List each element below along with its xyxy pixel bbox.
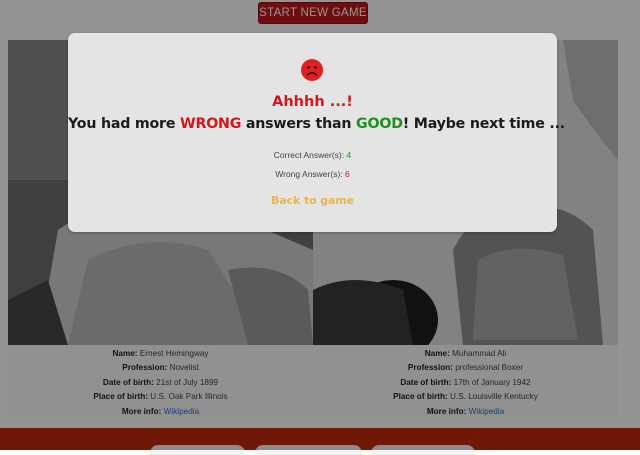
result-exclamation: Ahhhh ...! bbox=[272, 94, 353, 110]
correct-answers-label: Correct Answer(s): bbox=[273, 150, 345, 160]
headline-text: You had more bbox=[68, 116, 181, 132]
headline-good-word: GOOD bbox=[356, 116, 403, 132]
headline-text: answers than bbox=[241, 116, 357, 132]
result-headline: You had more WRONG answers than GOOD! Ma… bbox=[68, 116, 565, 132]
back-to-game-link[interactable]: Back to game bbox=[68, 194, 557, 207]
sad-face-icon bbox=[301, 59, 323, 81]
correct-answers-count: 4 bbox=[346, 150, 352, 160]
result-modal: Ahhhh ...! You had more WRONG answers th… bbox=[68, 33, 565, 232]
wrong-answers-stat: Wrong Answer(s): 6 bbox=[68, 169, 557, 179]
wrong-answers-label: Wrong Answer(s): bbox=[275, 169, 343, 179]
headline-wrong-word: WRONG bbox=[180, 116, 242, 132]
headline-text: ! Maybe next time ... bbox=[402, 116, 565, 132]
wrong-answers-count: 6 bbox=[345, 169, 350, 179]
correct-answers-stat: Correct Answer(s): 4 bbox=[68, 150, 557, 160]
